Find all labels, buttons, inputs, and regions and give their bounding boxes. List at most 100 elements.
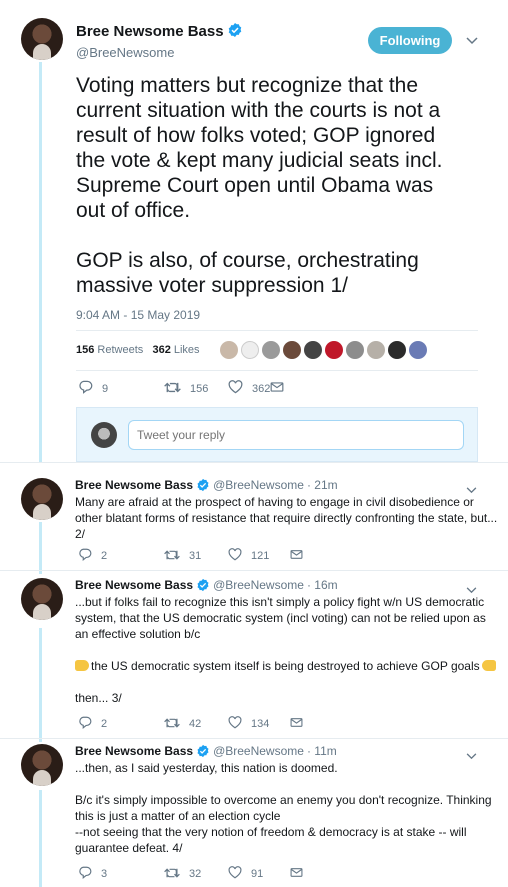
retweet-action[interactable]: 31: [164, 549, 228, 564]
tweet-actions: 2 42 134: [78, 716, 354, 732]
reply-header: Bree Newsome Bass @BreeNewsome · 21m: [75, 478, 338, 495]
reply-action[interactable]: 3: [78, 866, 142, 882]
liker-avatar[interactable]: [325, 341, 343, 359]
reply-count: 3: [101, 868, 108, 880]
reply-composer: [76, 407, 478, 462]
author-name[interactable]: Bree Newsome Bass: [75, 478, 193, 492]
liker-avatar[interactable]: [262, 341, 280, 359]
reply-text-line: ...then, as I said yesterday, this natio…: [75, 761, 338, 775]
reply-text: ...but if folks fail to recognize this i…: [75, 594, 496, 706]
reply-text: ...then, as I said yesterday, this natio…: [75, 760, 495, 856]
like-count: 91: [251, 868, 264, 880]
reply-text: Many are afraid at the prospect of havin…: [75, 494, 498, 542]
reply-text-line: other blatant forms of resistance that r…: [75, 511, 498, 525]
tweet-text-line: Supreme Court open until Obama was: [76, 174, 434, 197]
tweet-text-line: the vote & kept many judicial seats incl…: [76, 149, 443, 172]
reply-action[interactable]: 2: [78, 716, 142, 732]
retweet-count: 31: [189, 550, 202, 562]
divider: [76, 370, 478, 371]
reply-icon: [78, 380, 102, 397]
retweets-count[interactable]: 156: [76, 344, 94, 356]
liker-avatar[interactable]: [283, 341, 301, 359]
retweet-action[interactable]: 32: [164, 867, 228, 882]
author-handle[interactable]: @BreeNewsome: [213, 744, 304, 758]
dm-action[interactable]: [270, 381, 334, 396]
like-count: 134: [251, 718, 270, 730]
retweet-action[interactable]: 42: [164, 717, 228, 732]
author-name[interactable]: Bree Newsome Bass: [75, 578, 193, 592]
envelope-icon: [290, 549, 312, 563]
author-block: Bree Newsome Bass @BreeNewsome: [76, 22, 243, 60]
tweet-text-line: current situation with the courts is not…: [76, 99, 441, 122]
liker-avatar[interactable]: [346, 341, 364, 359]
reply-action[interactable]: 9: [78, 380, 142, 397]
reply-time[interactable]: · 16m: [307, 578, 338, 592]
tweet-actions: 2 31 121: [78, 548, 354, 564]
liker-avatar[interactable]: [388, 341, 406, 359]
liker-avatar[interactable]: [241, 341, 259, 359]
like-action[interactable]: 121: [228, 548, 292, 564]
tweet-timestamp[interactable]: 9:04 AM - 15 May 2019: [76, 308, 200, 322]
liker-avatar[interactable]: [304, 341, 322, 359]
dm-action[interactable]: [290, 717, 354, 731]
author-name[interactable]: Bree Newsome Bass: [75, 744, 193, 758]
author-handle[interactable]: @BreeNewsome: [76, 45, 243, 60]
reply-paragraph: the US democratic system itself is being…: [75, 658, 496, 674]
reply-paragraph: B/c it's simply impossible to overcome a…: [75, 792, 495, 856]
retweets-label[interactable]: Retweets: [97, 344, 143, 356]
reply-paragraph: Many are afraid at the prospect of havin…: [75, 494, 498, 542]
reply-paragraph: then... 3/: [75, 690, 495, 706]
reply-count: 2: [101, 718, 108, 730]
author-handle[interactable]: @BreeNewsome: [213, 578, 304, 592]
avatar[interactable]: [21, 578, 63, 620]
liker-avatar[interactable]: [367, 341, 385, 359]
avatar[interactable]: [21, 744, 63, 786]
envelope-icon: [290, 717, 312, 731]
liker-avatar[interactable]: [409, 341, 427, 359]
verified-badge-icon: [196, 578, 210, 595]
author-name[interactable]: Bree Newsome Bass: [76, 23, 224, 40]
following-button[interactable]: Following: [368, 27, 452, 54]
reply-input[interactable]: [128, 420, 464, 450]
likes-count[interactable]: 362: [152, 344, 170, 356]
avatar[interactable]: [21, 18, 63, 60]
retweet-count: 156: [190, 382, 209, 395]
composer-avatar: [91, 422, 117, 448]
reply-count: 9: [102, 382, 109, 395]
avatar[interactable]: [21, 478, 63, 520]
liker-avatar[interactable]: [220, 341, 238, 359]
reply-text-span: the US democratic system itself is being…: [91, 659, 480, 673]
reply-time[interactable]: · 21m: [307, 478, 338, 492]
verified-badge-icon: [196, 744, 210, 761]
tweet-text-line: GOP is also, of course, orchestrating: [76, 249, 419, 272]
divider: [76, 330, 478, 331]
reply-text-line: 2/: [75, 527, 86, 541]
reply-time[interactable]: · 11m: [307, 744, 337, 758]
reply-text-line: B/c it's simply impossible to overcome a…: [75, 793, 492, 807]
likes-label[interactable]: Likes: [174, 344, 200, 356]
retweet-icon: [164, 717, 189, 732]
dm-action[interactable]: [290, 549, 354, 563]
chevron-down-icon[interactable]: [466, 34, 478, 48]
reply-header: Bree Newsome Bass @BreeNewsome · 16m: [75, 578, 338, 595]
tweet-text-line: Voting matters but recognize that the: [76, 74, 419, 97]
reply-text-line: ...but if folks fail to recognize this i…: [75, 595, 485, 609]
reply-text-line: Many are afraid at the prospect of havin…: [75, 495, 474, 509]
following-button-label: Following: [379, 33, 441, 48]
author-handle[interactable]: @BreeNewsome: [213, 478, 304, 492]
like-action[interactable]: 134: [228, 716, 292, 732]
reply-paragraph: ...but if folks fail to recognize this i…: [75, 594, 495, 642]
tweet-text: Voting matters but recognize that the cur…: [76, 73, 496, 298]
reply-text-line: an effective solution b/c: [75, 627, 201, 641]
tweet-actions: 3 32 91: [78, 866, 354, 882]
verified-badge-icon: [227, 22, 243, 43]
thread-line: [39, 522, 42, 574]
like-action[interactable]: 91: [228, 866, 292, 882]
retweet-action[interactable]: 156: [164, 381, 228, 397]
dm-action[interactable]: [290, 867, 354, 881]
reply-text-line: then... 3/: [75, 691, 122, 705]
reply-action[interactable]: 2: [78, 548, 142, 564]
engagement-stats: 156 Retweets 362 Likes: [76, 344, 200, 356]
